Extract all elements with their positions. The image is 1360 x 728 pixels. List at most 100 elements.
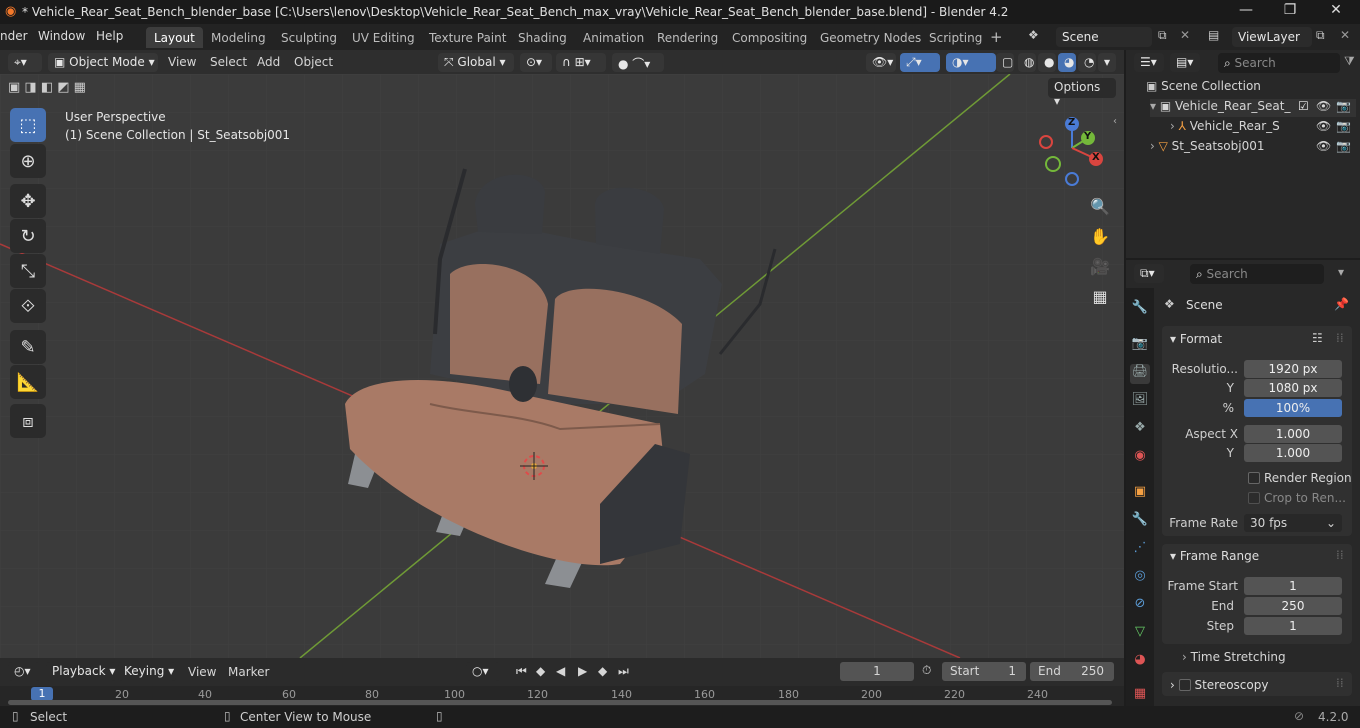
aspect-y-field[interactable]: 1.000 <box>1244 444 1342 462</box>
menu-select[interactable]: Select <box>210 55 247 69</box>
timeline-scrollbar[interactable] <box>8 700 1112 705</box>
view-layer-icon[interactable]: ▤ <box>1208 28 1219 42</box>
shading-wireframe[interactable]: ◍ <box>1018 53 1036 72</box>
render-region-checkbox[interactable] <box>1248 472 1260 484</box>
start-frame-field[interactable]: Start 1 <box>942 662 1026 681</box>
new-view-layer-icon[interactable]: ⧉ <box>1316 28 1325 43</box>
render-tab-icon[interactable]: 📷 <box>1130 336 1150 356</box>
drag-handle-icon[interactable]: ⁞⁞ <box>1336 548 1344 562</box>
properties-options-icon[interactable]: ▾ <box>1338 265 1344 279</box>
particles-tab-icon[interactable]: ⋰ <box>1130 540 1150 560</box>
annotate-tool[interactable]: ✎ <box>10 330 46 364</box>
tab-compositing[interactable]: Compositing <box>724 27 815 48</box>
tab-uv-editing[interactable]: UV Editing <box>344 27 423 48</box>
current-frame-field[interactable]: 1 <box>840 662 914 681</box>
tool-tab-icon[interactable]: 🔧 <box>1130 300 1150 320</box>
measure-tool[interactable]: 📐 <box>10 365 46 399</box>
visibility-eye-icon[interactable]: 👁 <box>1316 139 1331 153</box>
frame-step-field[interactable]: 1 <box>1244 617 1342 635</box>
tab-animation[interactable]: Animation <box>575 27 652 48</box>
shading-options[interactable]: ▾ <box>1098 53 1116 72</box>
visibility-eye-icon[interactable]: 👁 <box>1316 119 1331 133</box>
physics-tab-icon[interactable]: ◎ <box>1130 568 1150 588</box>
shading-rendered[interactable]: ◔ <box>1078 53 1096 72</box>
rotate-tool[interactable]: ↻ <box>10 219 46 253</box>
overlay-toggle[interactable]: ◑▾ <box>946 53 996 72</box>
outliner-row-mesh[interactable]: › ▽ St_Seatsobj001 👁 📷 <box>1150 139 1356 157</box>
orientation-dropdown[interactable]: ⤧ Global ▾ <box>438 53 514 72</box>
scale-tool[interactable]: ⤡ <box>10 254 46 288</box>
xray-toggle[interactable]: ▢ <box>996 53 1014 72</box>
resolution-y-field[interactable]: 1080 px <box>1244 379 1342 397</box>
minimize-button[interactable]: — <box>1226 2 1266 22</box>
tab-scripting[interactable]: Scripting <box>921 27 990 48</box>
stereoscopy-checkbox[interactable] <box>1178 679 1191 691</box>
menu-view[interactable]: View <box>168 55 196 69</box>
jump-start-button[interactable]: ⏮ <box>516 664 527 679</box>
time-stretching-subpanel[interactable]: › Time Stretching <box>1182 650 1352 668</box>
timeline-ruler[interactable]: 1 20 40 60 80 100 120 140 160 180 200 22… <box>0 686 1124 706</box>
resolution-percent-field[interactable]: 100% <box>1244 399 1342 417</box>
navigation-gizmo[interactable]: Z Y X <box>1038 112 1108 188</box>
world-tab-icon[interactable]: ◉ <box>1130 448 1150 468</box>
menu-render[interactable]: nder <box>0 29 28 43</box>
next-keyframe-button[interactable]: ◆ <box>598 664 607 678</box>
tab-shading[interactable]: Shading <box>510 27 575 48</box>
output-tab-icon[interactable]: 🖨 <box>1130 364 1150 384</box>
tab-geometry-nodes[interactable]: Geometry Nodes <box>812 27 929 48</box>
render-camera-icon[interactable]: 📷 <box>1336 139 1351 153</box>
options-dropdown[interactable]: Options ▾ <box>1048 78 1116 108</box>
mode-dropdown[interactable]: ▣ Object Mode ▾ <box>48 53 158 72</box>
shading-solid[interactable]: ● <box>1038 53 1056 72</box>
render-camera-icon[interactable]: 📷 <box>1336 119 1351 133</box>
pivot-dropdown[interactable]: ⊙▾ <box>520 53 552 72</box>
delete-scene-icon[interactable]: ✕ <box>1180 28 1190 42</box>
frame-range-header[interactable]: ▾ Frame Range <box>1170 549 1259 563</box>
crop-checkbox[interactable] <box>1248 492 1260 504</box>
expand-arrow-icon[interactable]: › <box>1150 139 1159 153</box>
timeline-view-menu[interactable]: View <box>188 665 216 679</box>
outliner-row-scene-collection[interactable]: ▣ Scene Collection <box>1146 79 1356 97</box>
delete-view-layer-icon[interactable]: ✕ <box>1340 28 1350 42</box>
exclude-checkbox[interactable]: ☑ <box>1298 99 1309 113</box>
stereoscopy-panel[interactable]: › Stereoscopy ⁞⁞ <box>1162 672 1352 696</box>
frame-start-field[interactable]: 1 <box>1244 577 1342 595</box>
proportional-edit-toggle[interactable]: ● ⌒▾ <box>612 53 664 72</box>
presets-list-icon[interactable]: ☷ <box>1312 331 1323 345</box>
properties-search[interactable]: ⌕ Search <box>1190 264 1324 284</box>
scene-icon[interactable]: ❖ <box>1028 28 1039 42</box>
properties-editor-type[interactable]: ⧉▾ <box>1134 264 1164 283</box>
modifier-tab-icon[interactable]: 🔧 <box>1130 512 1150 532</box>
viewport-3d[interactable]: ▣ ◨ ◧ ◩ ▦ ⬚ ⊕ ✥ ↻ ⤡ ⟐ ✎ 📐 ⧈ User Perspec… <box>0 74 1124 658</box>
move-tool[interactable]: ✥ <box>10 184 46 218</box>
select-box-tool[interactable]: ⬚ <box>10 108 46 142</box>
outliner-display-mode[interactable]: ▤▾ <box>1170 53 1200 72</box>
view-layer-tab-icon[interactable]: 🖼 <box>1130 392 1150 412</box>
prev-keyframe-button[interactable]: ◆ <box>536 664 545 678</box>
select-box-mode-icons[interactable]: ▣ ◨ ◧ ◩ ▦ <box>8 80 86 95</box>
material-tab-icon[interactable]: ◕ <box>1130 652 1150 672</box>
scene-tab-icon[interactable]: ❖ <box>1130 420 1150 440</box>
outliner-search[interactable]: ⌕ Search <box>1218 53 1340 73</box>
aspect-x-field[interactable]: 1.000 <box>1244 425 1342 443</box>
visibility-eye-icon[interactable]: 👁 <box>1316 99 1331 113</box>
transform-tool[interactable]: ⟐ <box>10 289 46 323</box>
outliner-row-empty[interactable]: › ⅄ Vehicle_Rear_S 👁 📷 <box>1170 119 1356 137</box>
playhead[interactable]: 1 <box>31 687 53 701</box>
visibility-dropdown[interactable]: 👁▾ <box>866 53 896 72</box>
scene-selector[interactable]: Scene <box>1056 27 1152 47</box>
maximize-button[interactable]: ❐ <box>1270 2 1310 22</box>
close-button[interactable]: ✕ <box>1316 2 1356 22</box>
play-reverse-button[interactable]: ◀ <box>556 664 565 678</box>
outliner-editor-type[interactable]: ☰▾ <box>1134 53 1164 72</box>
frame-end-field[interactable]: 250 <box>1244 597 1342 615</box>
texture-tab-icon[interactable]: ▦ <box>1130 686 1150 706</box>
tab-modeling[interactable]: Modeling <box>203 27 274 48</box>
shading-material[interactable]: ◕ <box>1058 53 1076 72</box>
object-tab-icon[interactable]: ▣ <box>1130 484 1150 504</box>
pan-button[interactable]: ✋ <box>1086 222 1114 250</box>
frame-rate-dropdown[interactable]: 30 fps ⌄ <box>1244 514 1342 532</box>
editor-type-dropdown[interactable]: ⌖▾ <box>8 53 42 72</box>
format-panel-header[interactable]: ▾ Format <box>1170 332 1222 346</box>
pin-icon[interactable]: 📌 <box>1334 297 1349 311</box>
